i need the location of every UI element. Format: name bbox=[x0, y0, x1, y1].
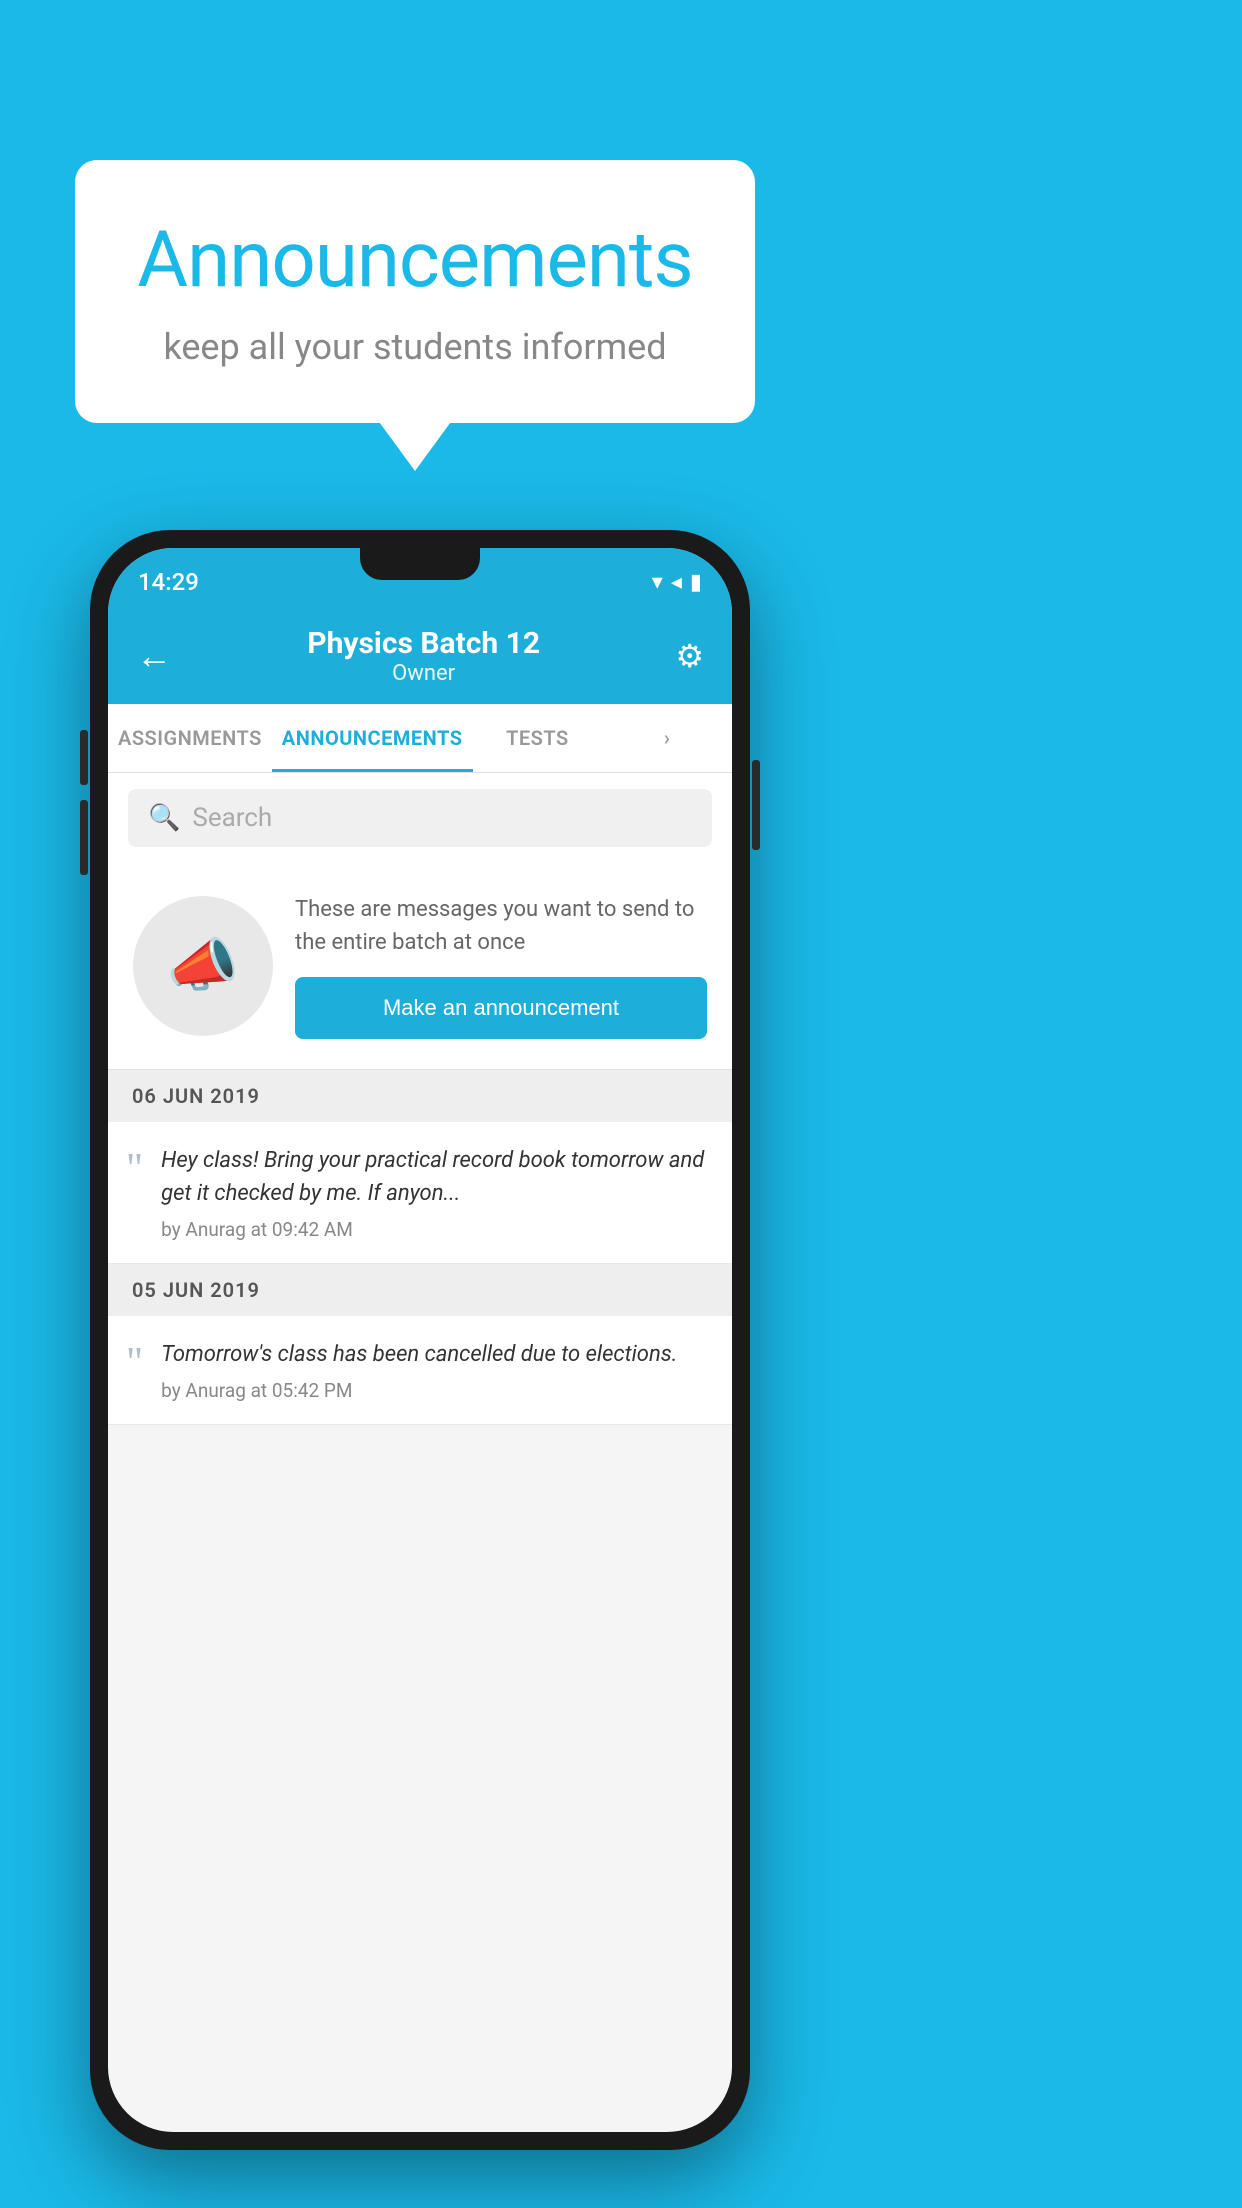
speech-bubble-container: Announcements keep all your students inf… bbox=[75, 160, 755, 423]
batch-role: Owner bbox=[307, 661, 540, 686]
announcement-meta-1: by Anurag at 09:42 AM bbox=[161, 1218, 710, 1241]
speech-bubble-title: Announcements bbox=[125, 215, 705, 306]
power-button bbox=[752, 760, 760, 850]
phone-notch bbox=[360, 548, 480, 580]
quote-icon-2: " bbox=[126, 1342, 143, 1384]
megaphone-icon: 📣 bbox=[167, 932, 239, 1000]
announcement-message-1: Hey class! Bring your practical record b… bbox=[161, 1144, 710, 1210]
tab-announcements[interactable]: ANNOUNCEMENTS bbox=[272, 704, 473, 772]
announcement-text-2: Tomorrow's class has been cancelled due … bbox=[161, 1338, 710, 1402]
date-header-2: 05 JUN 2019 bbox=[108, 1264, 732, 1316]
tab-more[interactable]: › bbox=[602, 704, 732, 772]
search-bar[interactable]: 🔍 Search bbox=[128, 789, 712, 847]
quote-icon-1: " bbox=[126, 1148, 143, 1190]
header-title-block: Physics Batch 12 Owner bbox=[307, 626, 540, 686]
search-icon: 🔍 bbox=[148, 803, 180, 833]
promo-icon-circle: 📣 bbox=[133, 896, 273, 1036]
search-placeholder: Search bbox=[192, 803, 272, 833]
battery-icon: ▮ bbox=[690, 570, 702, 595]
settings-icon[interactable]: ⚙ bbox=[675, 637, 704, 675]
tab-assignments[interactable]: ASSIGNMENTS bbox=[108, 704, 272, 772]
promo-content: These are messages you want to send to t… bbox=[295, 893, 707, 1039]
volume-up-button bbox=[80, 730, 88, 785]
announcement-message-2: Tomorrow's class has been cancelled due … bbox=[161, 1338, 710, 1371]
announcement-item-2[interactable]: " Tomorrow's class has been cancelled du… bbox=[108, 1316, 732, 1425]
signal-icon: ◂ bbox=[671, 570, 682, 595]
app-header: ← Physics Batch 12 Owner ⚙ bbox=[108, 608, 732, 704]
announcement-text-1: Hey class! Bring your practical record b… bbox=[161, 1144, 710, 1241]
status-icons: ▾ ◂ ▮ bbox=[652, 570, 702, 595]
batch-title: Physics Batch 12 bbox=[307, 626, 540, 661]
tab-tests[interactable]: TESTS bbox=[473, 704, 603, 772]
speech-bubble: Announcements keep all your students inf… bbox=[75, 160, 755, 423]
tabs-bar: ASSIGNMENTS ANNOUNCEMENTS TESTS › bbox=[108, 704, 732, 773]
search-container: 🔍 Search bbox=[108, 773, 732, 863]
date-header-1: 06 JUN 2019 bbox=[108, 1070, 732, 1122]
speech-bubble-subtitle: keep all your students informed bbox=[125, 326, 705, 368]
status-time: 14:29 bbox=[138, 568, 199, 596]
volume-down-button bbox=[80, 800, 88, 875]
make-announcement-button[interactable]: Make an announcement bbox=[295, 977, 707, 1039]
announcement-meta-2: by Anurag at 05:42 PM bbox=[161, 1379, 710, 1402]
phone-device: 14:29 ▾ ◂ ▮ ← Physics Batch 12 Owner ⚙ A… bbox=[90, 530, 750, 2150]
announcement-item-1[interactable]: " Hey class! Bring your practical record… bbox=[108, 1122, 732, 1264]
wifi-icon: ▾ bbox=[652, 570, 663, 595]
back-button[interactable]: ← bbox=[136, 635, 172, 677]
promo-description: These are messages you want to send to t… bbox=[295, 893, 707, 959]
promo-card: 📣 These are messages you want to send to… bbox=[108, 863, 732, 1070]
phone-screen: 14:29 ▾ ◂ ▮ ← Physics Batch 12 Owner ⚙ A… bbox=[108, 548, 732, 2132]
